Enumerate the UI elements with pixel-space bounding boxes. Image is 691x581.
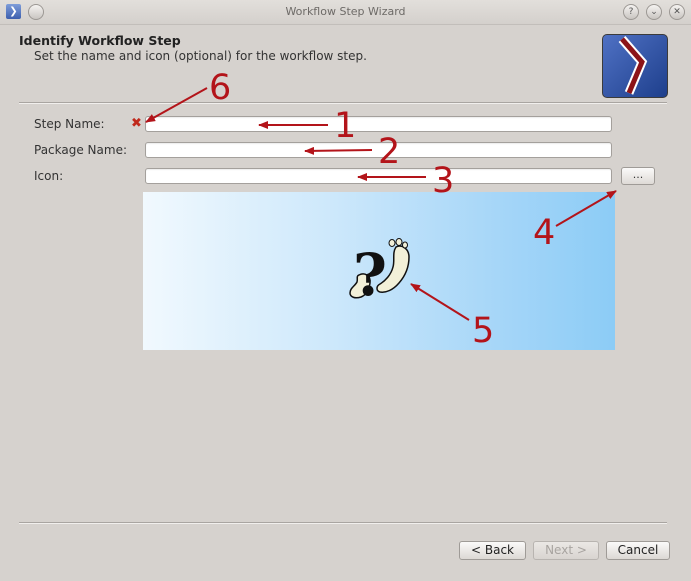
package-name-input[interactable] <box>145 142 612 158</box>
help-icon[interactable]: ? <box>623 4 639 20</box>
browse-button[interactable]: ... <box>621 167 655 185</box>
cancel-button[interactable]: Cancel <box>606 541 670 560</box>
step-name-input[interactable] <box>145 116 612 132</box>
svg-text:?: ? <box>353 241 387 309</box>
window-title: Workflow Step Wizard <box>285 5 406 18</box>
icon-path-input[interactable] <box>145 168 612 184</box>
wizard-logo-icon <box>602 34 668 98</box>
next-button[interactable]: Next > <box>533 541 599 560</box>
back-button[interactable]: < Back <box>459 541 526 560</box>
minimize-icon[interactable]: ⌄ <box>646 4 662 20</box>
header-separator <box>19 102 667 104</box>
icon-preview: ? <box>143 192 615 350</box>
step-name-label: Step Name: <box>34 117 105 131</box>
package-name-label: Package Name: <box>34 143 127 157</box>
page-title: Identify Workflow Step <box>19 33 181 48</box>
error-x-icon: ✖ <box>131 116 142 131</box>
icon-label: Icon: <box>34 169 64 183</box>
close-icon[interactable]: ✕ <box>669 4 685 20</box>
page-subtitle: Set the name and icon (optional) for the… <box>34 49 367 63</box>
question-footprints-icon: ? <box>349 238 410 309</box>
title-bar: ❯ Workflow Step Wizard ? ⌄ ✕ <box>0 0 691 25</box>
footer-separator <box>19 522 667 524</box>
